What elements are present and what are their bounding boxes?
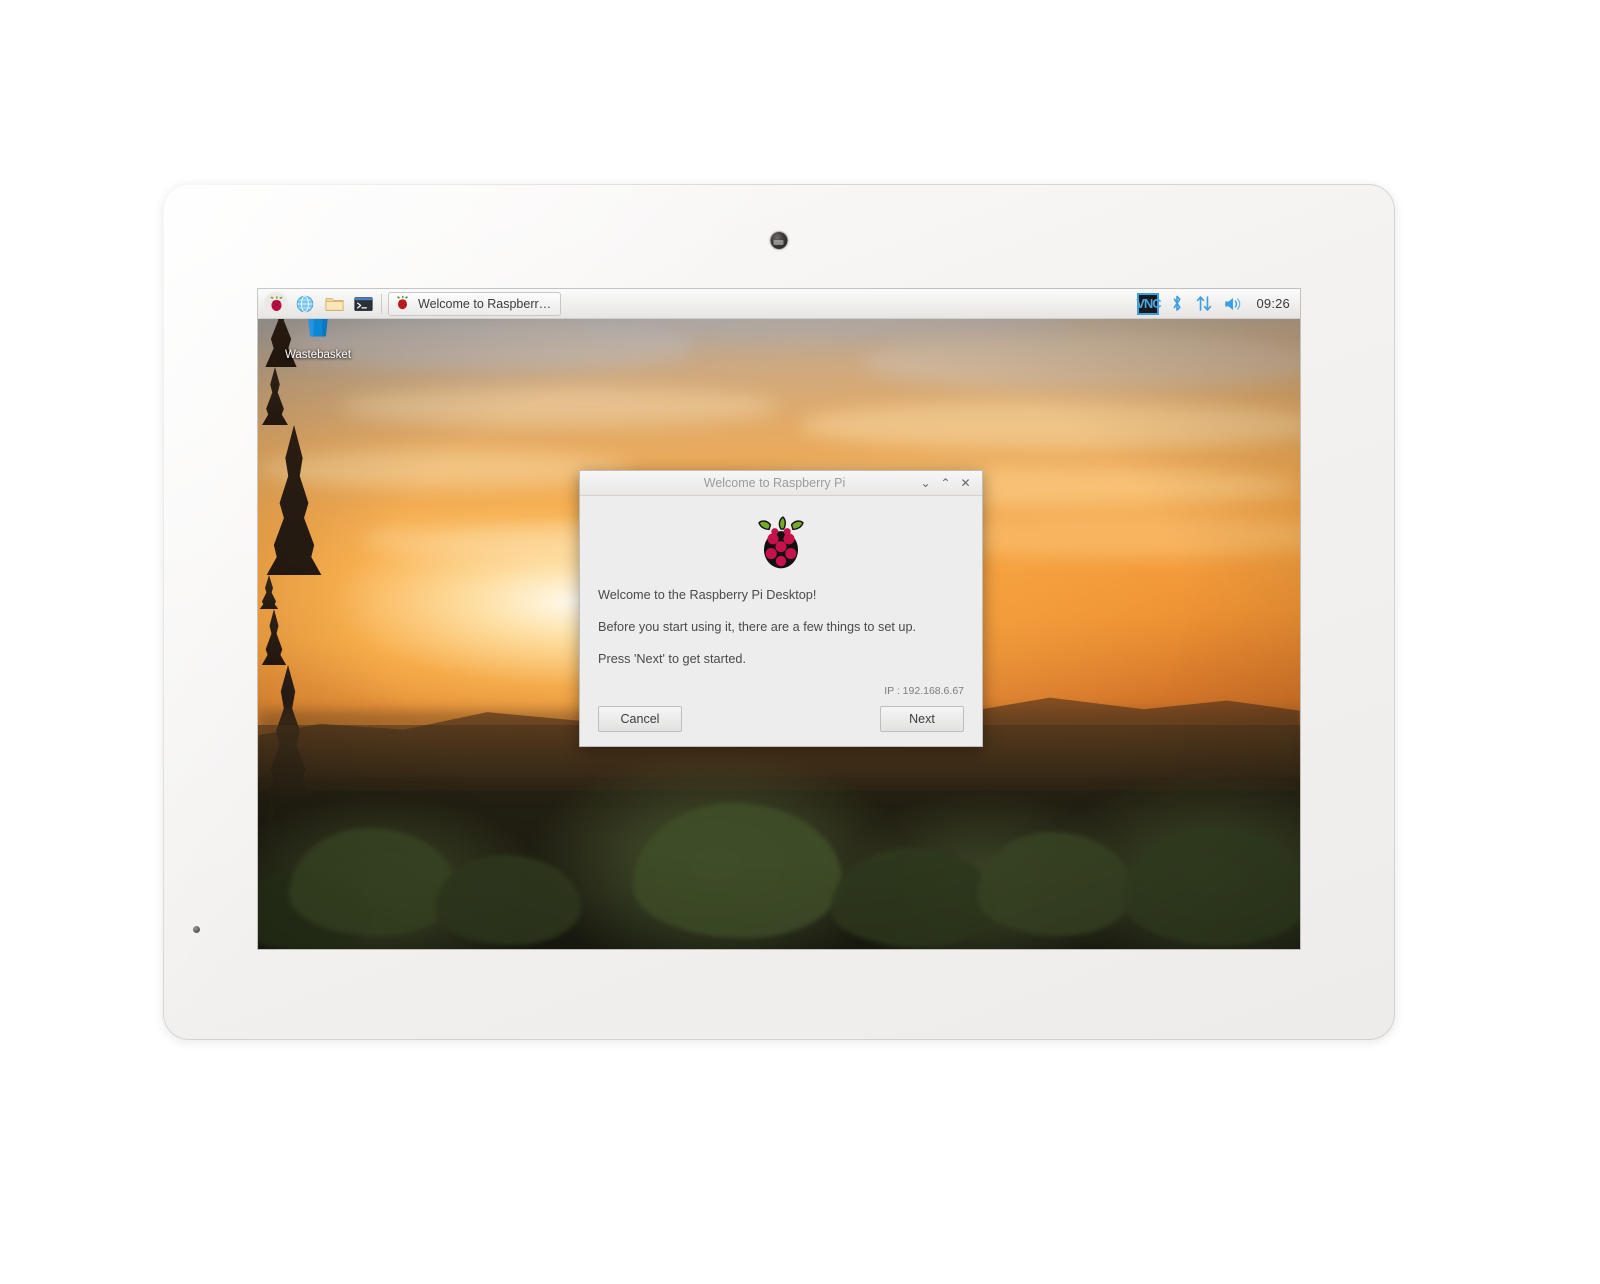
raspberry-pi-logo xyxy=(598,512,964,574)
file-manager-icon[interactable] xyxy=(322,292,346,316)
task-button-label: Welcome to Raspberr… xyxy=(418,296,552,311)
ip-address-text: IP : 192.168.6.67 xyxy=(884,684,964,697)
raspberry-icon xyxy=(394,294,411,314)
task-button-welcome[interactable]: Welcome to Raspberr… xyxy=(388,291,562,316)
vnc-label: VNC xyxy=(1136,296,1161,311)
tablet-device: Wastebasket Welcome to Raspberr… VNC 09:… xyxy=(163,184,1395,1040)
dialog-title: Welcome to Raspberry Pi xyxy=(703,476,846,490)
bluetooth-icon[interactable] xyxy=(1169,294,1185,313)
dialog-line-1: Welcome to the Raspberry Pi Desktop! xyxy=(598,588,817,602)
front-camera-icon xyxy=(770,232,788,249)
status-led-icon xyxy=(193,926,200,933)
chevron-up-icon[interactable]: ⌃ xyxy=(937,473,954,493)
volume-icon[interactable] xyxy=(1223,295,1244,313)
welcome-dialog: Welcome to Raspberry Pi ⌄ ⌃ ✕ Welcome to… xyxy=(579,470,983,747)
dialog-line-3: Press 'Next' to get started. xyxy=(598,652,746,667)
vnc-icon[interactable]: VNC xyxy=(1136,292,1162,315)
next-button[interactable]: Next xyxy=(880,705,964,732)
taskbar: Welcome to Raspberr… VNC 09:26 xyxy=(258,289,1300,319)
wallpaper-forest xyxy=(258,724,1300,949)
clock[interactable]: 09:26 xyxy=(1254,296,1290,311)
taskbar-divider xyxy=(381,293,382,314)
menu-raspberry-icon[interactable] xyxy=(264,291,288,316)
dialog-footer: Cancel Next xyxy=(580,705,982,746)
close-icon[interactable]: ✕ xyxy=(957,473,974,493)
dialog-line-2: Before you start using it, there are a f… xyxy=(598,620,917,635)
cancel-button[interactable]: Cancel xyxy=(598,705,682,732)
chevron-down-icon[interactable]: ⌄ xyxy=(917,473,934,493)
system-tray: VNC 09:26 xyxy=(1136,292,1294,315)
tablet-screen: Wastebasket Welcome to Raspberr… VNC 09:… xyxy=(258,289,1300,949)
dialog-body: Welcome to the Raspberry Pi Desktop! Bef… xyxy=(580,496,982,697)
network-updown-icon[interactable] xyxy=(1195,294,1213,313)
terminal-icon[interactable] xyxy=(351,292,375,316)
dialog-titlebar[interactable]: Welcome to Raspberry Pi ⌄ ⌃ ✕ xyxy=(580,471,982,496)
web-browser-icon[interactable] xyxy=(293,292,317,316)
wastebasket-label: Wastebasket xyxy=(284,349,352,361)
window-controls: ⌄ ⌃ ✕ xyxy=(917,473,982,493)
launcher-area xyxy=(264,291,375,316)
